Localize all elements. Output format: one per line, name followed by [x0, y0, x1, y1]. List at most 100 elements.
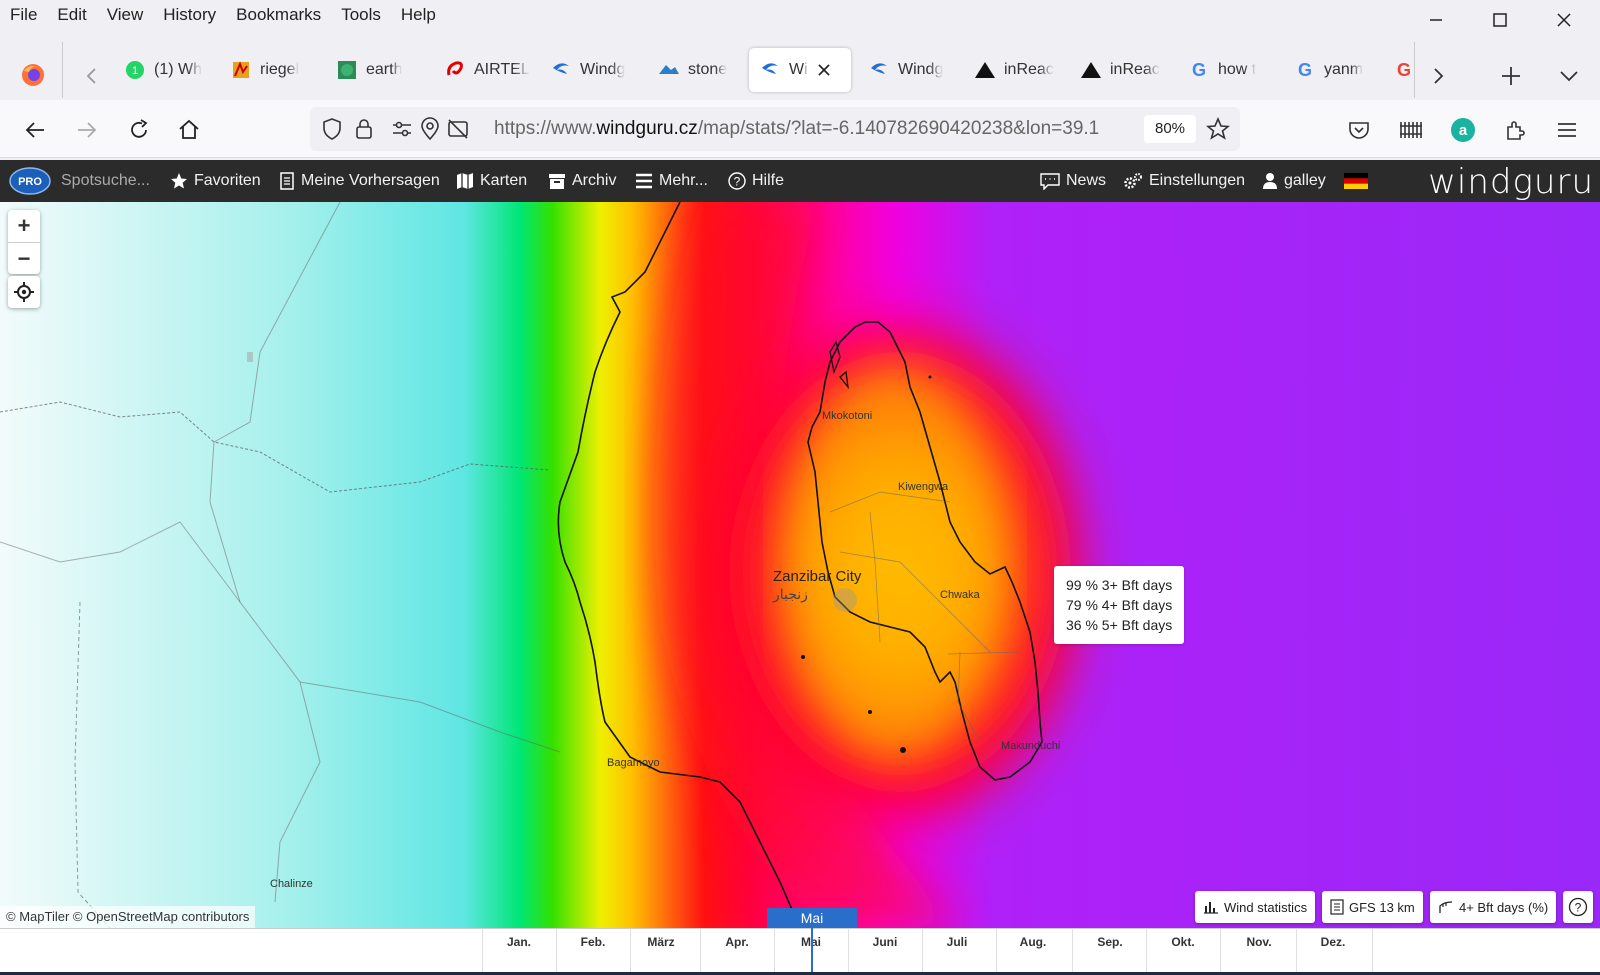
menu-file[interactable]: File — [0, 0, 47, 30]
maps-button[interactable]: Karten — [456, 160, 527, 202]
settings-button[interactable]: Einstellungen — [1123, 160, 1245, 202]
map-attribution[interactable]: © MapTiler © OpenStreetMap contributors — [0, 906, 256, 928]
place-label: Chalinze — [270, 878, 313, 890]
crosshair-icon — [14, 282, 34, 302]
tab-windguru-active[interactable]: Wi — [749, 48, 851, 92]
menu-help[interactable]: Help — [391, 0, 446, 30]
location-icon[interactable] — [418, 117, 442, 141]
tab-earth[interactable]: earth — [332, 48, 432, 92]
windguru-logo[interactable]: windguru — [1428, 162, 1594, 202]
menu-bookmarks[interactable]: Bookmarks — [226, 0, 331, 30]
place-label: Kiwengwa — [898, 481, 949, 493]
map-help-button[interactable]: ? — [1563, 891, 1593, 923]
bar-chart-icon — [1204, 902, 1218, 914]
tab-google-1[interactable]: G how t — [1184, 48, 1284, 92]
month-jan[interactable]: Jan. — [482, 935, 556, 949]
star-icon — [171, 173, 187, 189]
reload-button[interactable] — [122, 113, 156, 147]
library-button[interactable] — [1394, 113, 1428, 147]
extensions-button[interactable] — [1498, 113, 1532, 147]
more-menu-button[interactable]: Mehr... — [635, 160, 708, 202]
place-label-city-arabic: زنجبار — [773, 586, 808, 602]
tabs-scroll-left[interactable] — [78, 54, 102, 98]
close-window-button[interactable] — [1532, 0, 1596, 40]
help-button[interactable]: ? Hilfe — [728, 160, 784, 202]
chevron-down-icon — [1560, 71, 1578, 82]
place-label: Makunduchi — [1001, 740, 1061, 752]
month-dec[interactable]: Dez. — [1296, 935, 1370, 949]
model-selector-button[interactable]: GFS 13 km — [1322, 891, 1423, 923]
month-nov[interactable]: Nov. — [1222, 935, 1296, 949]
month-aug[interactable]: Aug. — [996, 935, 1070, 949]
url-bar[interactable]: https://www.windguru.cz/map/stats/?lat=-… — [310, 107, 1240, 151]
tab-inreach-2[interactable]: inReac — [1076, 48, 1176, 92]
tabs-scroll-right[interactable] — [1424, 54, 1448, 98]
forward-button[interactable] — [70, 113, 104, 147]
home-button[interactable] — [172, 113, 206, 147]
tab-google-2[interactable]: G yanm — [1290, 48, 1386, 92]
month-mar[interactable]: März — [624, 935, 698, 949]
pocket-button[interactable] — [1342, 113, 1376, 147]
wind-heatmap — [0, 202, 1600, 928]
month-timeline[interactable]: Jan. Feb. März Apr. Mai Juni Juli Aug. S… — [0, 928, 1600, 973]
tab-stone[interactable]: stone — [654, 48, 754, 92]
favorites-button[interactable]: Favoriten — [170, 160, 261, 202]
tab-riegel[interactable]: riegel — [226, 48, 326, 92]
my-forecasts-button[interactable]: Meine Vorhersagen — [279, 160, 440, 202]
geolocate-button[interactable] — [8, 276, 40, 308]
account-extension-button[interactable]: a — [1446, 113, 1480, 147]
puzzle-icon — [1507, 121, 1525, 140]
month-jun[interactable]: Juni — [848, 935, 922, 949]
tab-windguru-1[interactable]: Windg — [546, 48, 646, 92]
zoom-level-button[interactable]: 80% — [1144, 115, 1196, 143]
new-tab-button[interactable] — [1496, 54, 1522, 98]
wind-statistics-button[interactable]: Wind statistics — [1195, 891, 1316, 923]
back-button[interactable] — [18, 113, 52, 147]
plus-icon — [1502, 67, 1520, 85]
tab-inreach-1[interactable]: inReac — [970, 48, 1070, 92]
list-all-tabs-button[interactable] — [1554, 54, 1580, 98]
month-jul[interactable]: Juli — [920, 935, 994, 949]
close-tab-icon[interactable] — [816, 62, 832, 78]
blocked-popup-icon[interactable] — [446, 117, 470, 141]
month-feb[interactable]: Feb. — [556, 935, 630, 949]
month-marker-handle[interactable] — [811, 922, 813, 972]
layer-selector-button[interactable]: 4+ Bft days (%) — [1430, 891, 1557, 923]
wind-stats-tooltip: 99 % 3+ Bft days 79 % 4+ Bft days 36 % 5… — [1054, 566, 1185, 644]
site-icon — [230, 59, 252, 81]
menu-history[interactable]: History — [153, 0, 226, 30]
menu-bar: File Edit View History Bookmarks Tools H… — [0, 0, 1600, 30]
menu-view[interactable]: View — [97, 0, 154, 30]
permissions-icon[interactable] — [390, 117, 414, 141]
spot-search-input[interactable]: Spotsuche... — [61, 160, 150, 202]
bookmark-star-icon[interactable] — [1206, 117, 1230, 141]
month-oct[interactable]: Okt. — [1146, 935, 1220, 949]
wind-map[interactable]: + − Mkokotoni Kiwengwa Zanzibar City زنج… — [0, 202, 1600, 928]
windguru-icon — [759, 59, 781, 81]
browser-window: File Edit View History Bookmarks Tools H… — [0, 0, 1600, 975]
news-button[interactable]: News — [1040, 160, 1106, 202]
menu-tools[interactable]: Tools — [331, 0, 391, 30]
month-apr[interactable]: Apr. — [700, 935, 774, 949]
whatsapp-icon: 1 — [124, 59, 146, 81]
zoom-out-button[interactable]: − — [8, 242, 40, 274]
archive-button[interactable]: Archiv — [548, 160, 616, 202]
gears-icon — [1124, 173, 1142, 189]
user-account-button[interactable]: galley — [1262, 160, 1326, 202]
month-sep[interactable]: Sep. — [1073, 935, 1147, 949]
maximize-button[interactable] — [1468, 0, 1532, 40]
language-selector[interactable] — [1344, 160, 1368, 202]
firefox-view-button[interactable] — [16, 53, 46, 97]
shield-icon[interactable] — [320, 117, 344, 141]
tab-partial[interactable]: G — [1392, 58, 1412, 82]
pro-badge[interactable]: PRO — [8, 160, 52, 202]
zoom-in-button[interactable]: + — [8, 210, 40, 242]
menu-edit[interactable]: Edit — [47, 0, 96, 30]
tab-whatsapp[interactable]: 1 (1) Wh — [120, 48, 220, 92]
lock-icon[interactable] — [352, 117, 376, 141]
url-text[interactable]: https://www.windguru.cz/map/stats/?lat=-… — [494, 107, 1134, 151]
tab-windguru-2[interactable]: Windg — [864, 48, 964, 92]
app-menu-button[interactable] — [1550, 113, 1584, 147]
tab-airtel[interactable]: AIRTEL — [440, 48, 540, 92]
minimize-button[interactable] — [1404, 0, 1468, 40]
